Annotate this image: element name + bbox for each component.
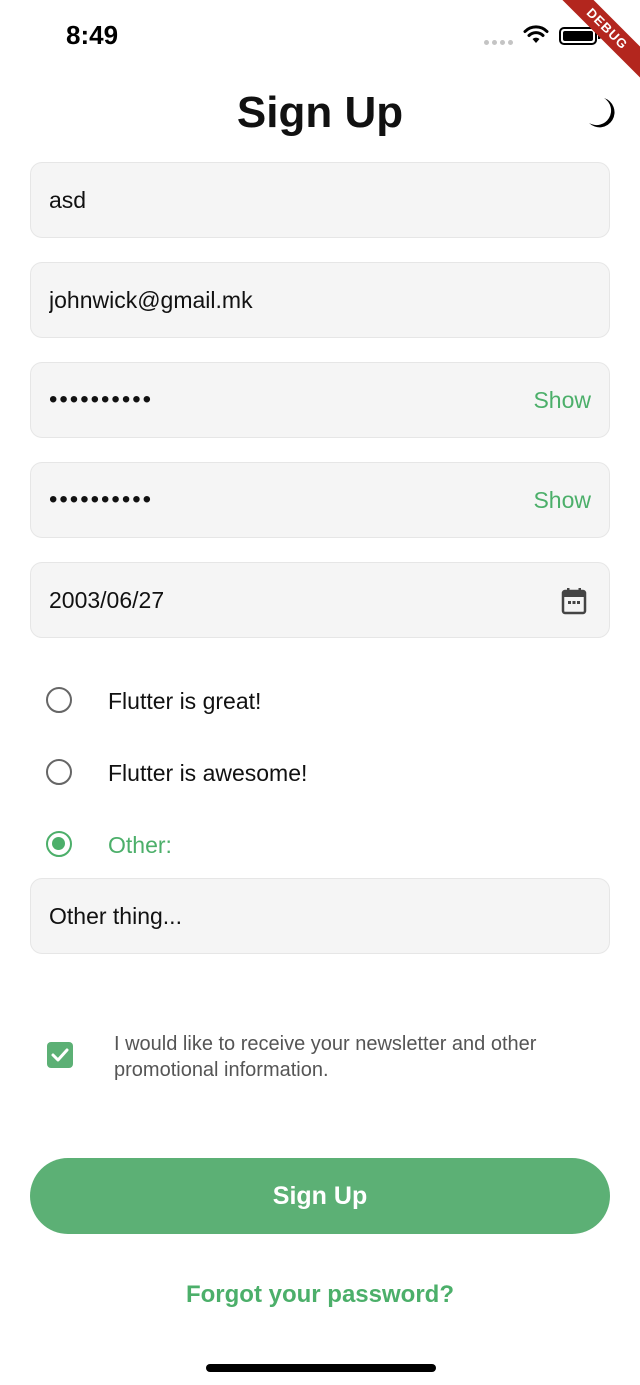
home-indicator [206, 1364, 436, 1372]
email-field[interactable] [30, 262, 610, 338]
password-input[interactable] [31, 363, 609, 437]
password-field[interactable]: Show [30, 362, 610, 438]
newsletter-checkbox[interactable] [47, 1042, 73, 1068]
show-password-button[interactable]: Show [533, 387, 591, 414]
option-awesome[interactable]: Flutter is awesome! [46, 757, 307, 787]
birthdate-field[interactable] [30, 562, 610, 638]
calendar-icon[interactable] [561, 587, 587, 615]
status-time: 8:49 [66, 20, 119, 50]
radio-great[interactable] [46, 687, 72, 713]
radio-awesome[interactable] [46, 759, 72, 785]
birthdate-input[interactable] [31, 563, 609, 637]
confirm-password-field[interactable]: Show [30, 462, 610, 538]
show-confirm-password-button[interactable]: Show [533, 487, 591, 514]
forgot-password-link[interactable]: Forgot your password? [0, 1281, 640, 1309]
signal-icon [484, 40, 513, 45]
option-awesome-label: Flutter is awesome! [108, 760, 308, 786]
confirm-password-input[interactable] [31, 463, 609, 537]
check-icon [51, 1048, 69, 1062]
newsletter-label: I would like to receive your newsletter … [114, 1033, 537, 1081]
radio-other[interactable] [46, 831, 72, 857]
signup-button[interactable]: Sign Up [30, 1158, 610, 1234]
wifi-icon [523, 25, 549, 43]
other-input[interactable] [31, 879, 609, 953]
option-great[interactable]: Flutter is great! [46, 685, 261, 715]
other-field[interactable] [30, 878, 610, 954]
username-input[interactable] [31, 163, 609, 237]
option-great-label: Flutter is great! [108, 688, 262, 714]
moon-icon[interactable] [584, 96, 618, 130]
email-input[interactable] [31, 263, 609, 337]
option-other[interactable]: Other: [46, 829, 172, 859]
username-field[interactable] [30, 162, 610, 238]
option-other-label: Other: [108, 832, 172, 858]
status-bar: 8:49 [0, 0, 640, 70]
page-title: Sign Up [236, 88, 404, 137]
